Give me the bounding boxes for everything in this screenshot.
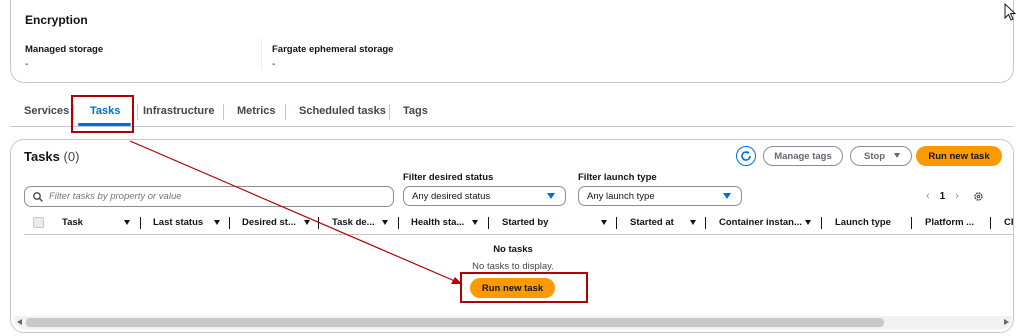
column-resizer[interactable] [229,217,230,229]
column-resizer[interactable] [705,217,706,229]
column-header-container-instance[interactable]: Container instan... [719,211,802,235]
caret-down-icon [723,193,731,199]
search-input[interactable] [49,191,379,202]
search-box [24,186,394,207]
divider [285,104,286,120]
column-resizer[interactable] [616,217,617,229]
column-resizer[interactable] [488,217,489,229]
empty-state-subtitle: No tasks to display. [472,261,554,272]
scrollbar-thumb[interactable] [26,318,884,327]
fargate-storage-label: Fargate ephemeral storage [272,44,394,55]
sort-icon[interactable] [214,220,220,225]
encryption-panel: Encryption Managed storage - Fargate eph… [10,0,1014,83]
sort-icon[interactable] [601,220,607,225]
divider [137,104,138,120]
column-header-platform[interactable]: Platform ... [925,211,974,235]
search-icon [33,191,43,202]
tab-tags[interactable]: Tags [403,98,428,126]
scroll-left-arrow-icon[interactable] [17,319,22,325]
caret-down-icon [547,193,555,199]
manage-tags-button[interactable]: Manage tags [763,146,843,166]
stop-button-label: Stop [864,150,886,162]
sort-icon[interactable] [382,220,388,225]
tasks-title: Tasks [24,149,60,164]
stop-button[interactable]: Stop [850,146,912,166]
managed-storage-label: Managed storage [25,44,104,55]
chevron-down-icon [894,153,900,158]
tasks-panel: Tasks (0) Manage tags Stop Run new task … [10,139,1014,333]
divider [389,104,390,120]
mouse-cursor-icon [1004,3,1017,21]
divider [261,38,262,70]
filter-launch-value: Any launch type [587,190,655,202]
encryption-title: Encryption [25,13,88,27]
sort-icon[interactable] [304,220,310,225]
select-all-checkbox[interactable] [33,217,44,228]
gear-icon[interactable] [973,191,984,202]
column-resizer[interactable] [398,217,399,229]
refresh-button[interactable] [736,146,756,166]
column-resizer[interactable] [318,217,319,229]
tab-infrastructure[interactable]: Infrastructure [143,98,215,126]
column-header-task-definition[interactable]: Task de... [332,211,375,235]
chevron-left-icon[interactable]: ‹ [926,190,930,202]
filter-status-label: Filter desired status [403,172,494,183]
column-header-launch-type[interactable]: Launch type [835,211,891,235]
column-header-desired-status[interactable]: Desired st... [242,211,296,235]
column-header-cpu[interactable]: CPU [1004,211,1013,235]
tasks-heading: Tasks (0) [24,149,79,164]
managed-storage-value: - [25,59,29,70]
tab-metrics[interactable]: Metrics [237,98,276,126]
tasks-tab-highlight [71,95,134,133]
column-resizer[interactable] [821,217,822,229]
horizontal-scrollbar[interactable] [14,316,1012,329]
column-header-started-by[interactable]: Started by [502,211,548,235]
sort-icon[interactable] [124,220,130,225]
run-task-highlight [460,272,588,303]
chevron-right-icon[interactable]: › [955,190,959,202]
column-resizer[interactable] [990,217,991,229]
sort-icon[interactable] [805,220,811,225]
column-header-started-at[interactable]: Started at [630,211,674,235]
empty-state-title: No tasks [493,244,533,255]
filter-launch-label: Filter launch type [578,172,657,183]
pagination: ‹ 1 › [926,187,984,205]
tab-bar: Services Tasks Infrastructure Metrics Sc… [10,98,1014,127]
tab-scheduled-tasks[interactable]: Scheduled tasks [299,98,386,126]
page-number[interactable]: 1 [940,191,946,202]
filter-status-value: Any desired status [412,190,491,202]
column-header-task[interactable]: Task [62,211,83,235]
column-header-last-status[interactable]: Last status [153,211,203,235]
column-resizer[interactable] [911,217,912,229]
fargate-storage-value: - [272,59,276,70]
filter-status-select[interactable]: Any desired status [403,186,566,206]
table-header: Task Last status Desired st... Task de..… [24,211,1013,235]
refresh-icon [741,150,751,161]
tab-services[interactable]: Services [24,98,69,126]
tasks-count: (0) [63,149,80,164]
run-new-task-button[interactable]: Run new task [916,146,1002,166]
filter-launch-select[interactable]: Any launch type [578,186,742,206]
divider [223,104,224,120]
sort-icon[interactable] [690,220,696,225]
column-resizer[interactable] [140,217,141,229]
sort-icon[interactable] [472,220,478,225]
scroll-right-arrow-icon[interactable] [1004,319,1009,325]
column-header-health-status[interactable]: Health sta... [411,211,464,235]
